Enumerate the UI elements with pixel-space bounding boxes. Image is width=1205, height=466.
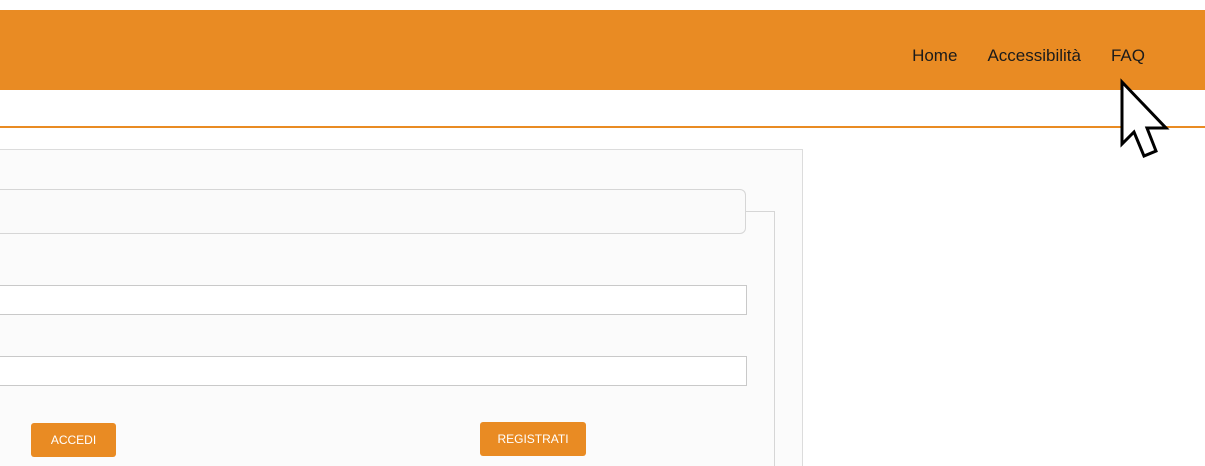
register-button[interactable]: REGISTRATI — [480, 422, 586, 456]
login-button[interactable]: ACCEDI — [31, 423, 116, 457]
connector-line-vertical — [774, 211, 775, 466]
divider-line — [0, 126, 1205, 128]
username-field[interactable] — [0, 285, 747, 315]
mouse-pointer-icon — [1120, 78, 1170, 158]
form-header-box — [0, 189, 746, 234]
header-bar: Home Accessibilità FAQ — [0, 10, 1205, 90]
page: Home Accessibilità FAQ ACCEDI REGISTRATI — [0, 0, 1205, 466]
nav-link-faq[interactable]: FAQ — [1111, 46, 1145, 66]
top-nav: Home Accessibilità FAQ — [912, 46, 1145, 66]
nav-link-accessibility[interactable]: Accessibilità — [987, 46, 1081, 66]
password-field[interactable] — [0, 356, 747, 386]
nav-link-home[interactable]: Home — [912, 46, 957, 66]
connector-line-horizontal — [746, 211, 775, 212]
